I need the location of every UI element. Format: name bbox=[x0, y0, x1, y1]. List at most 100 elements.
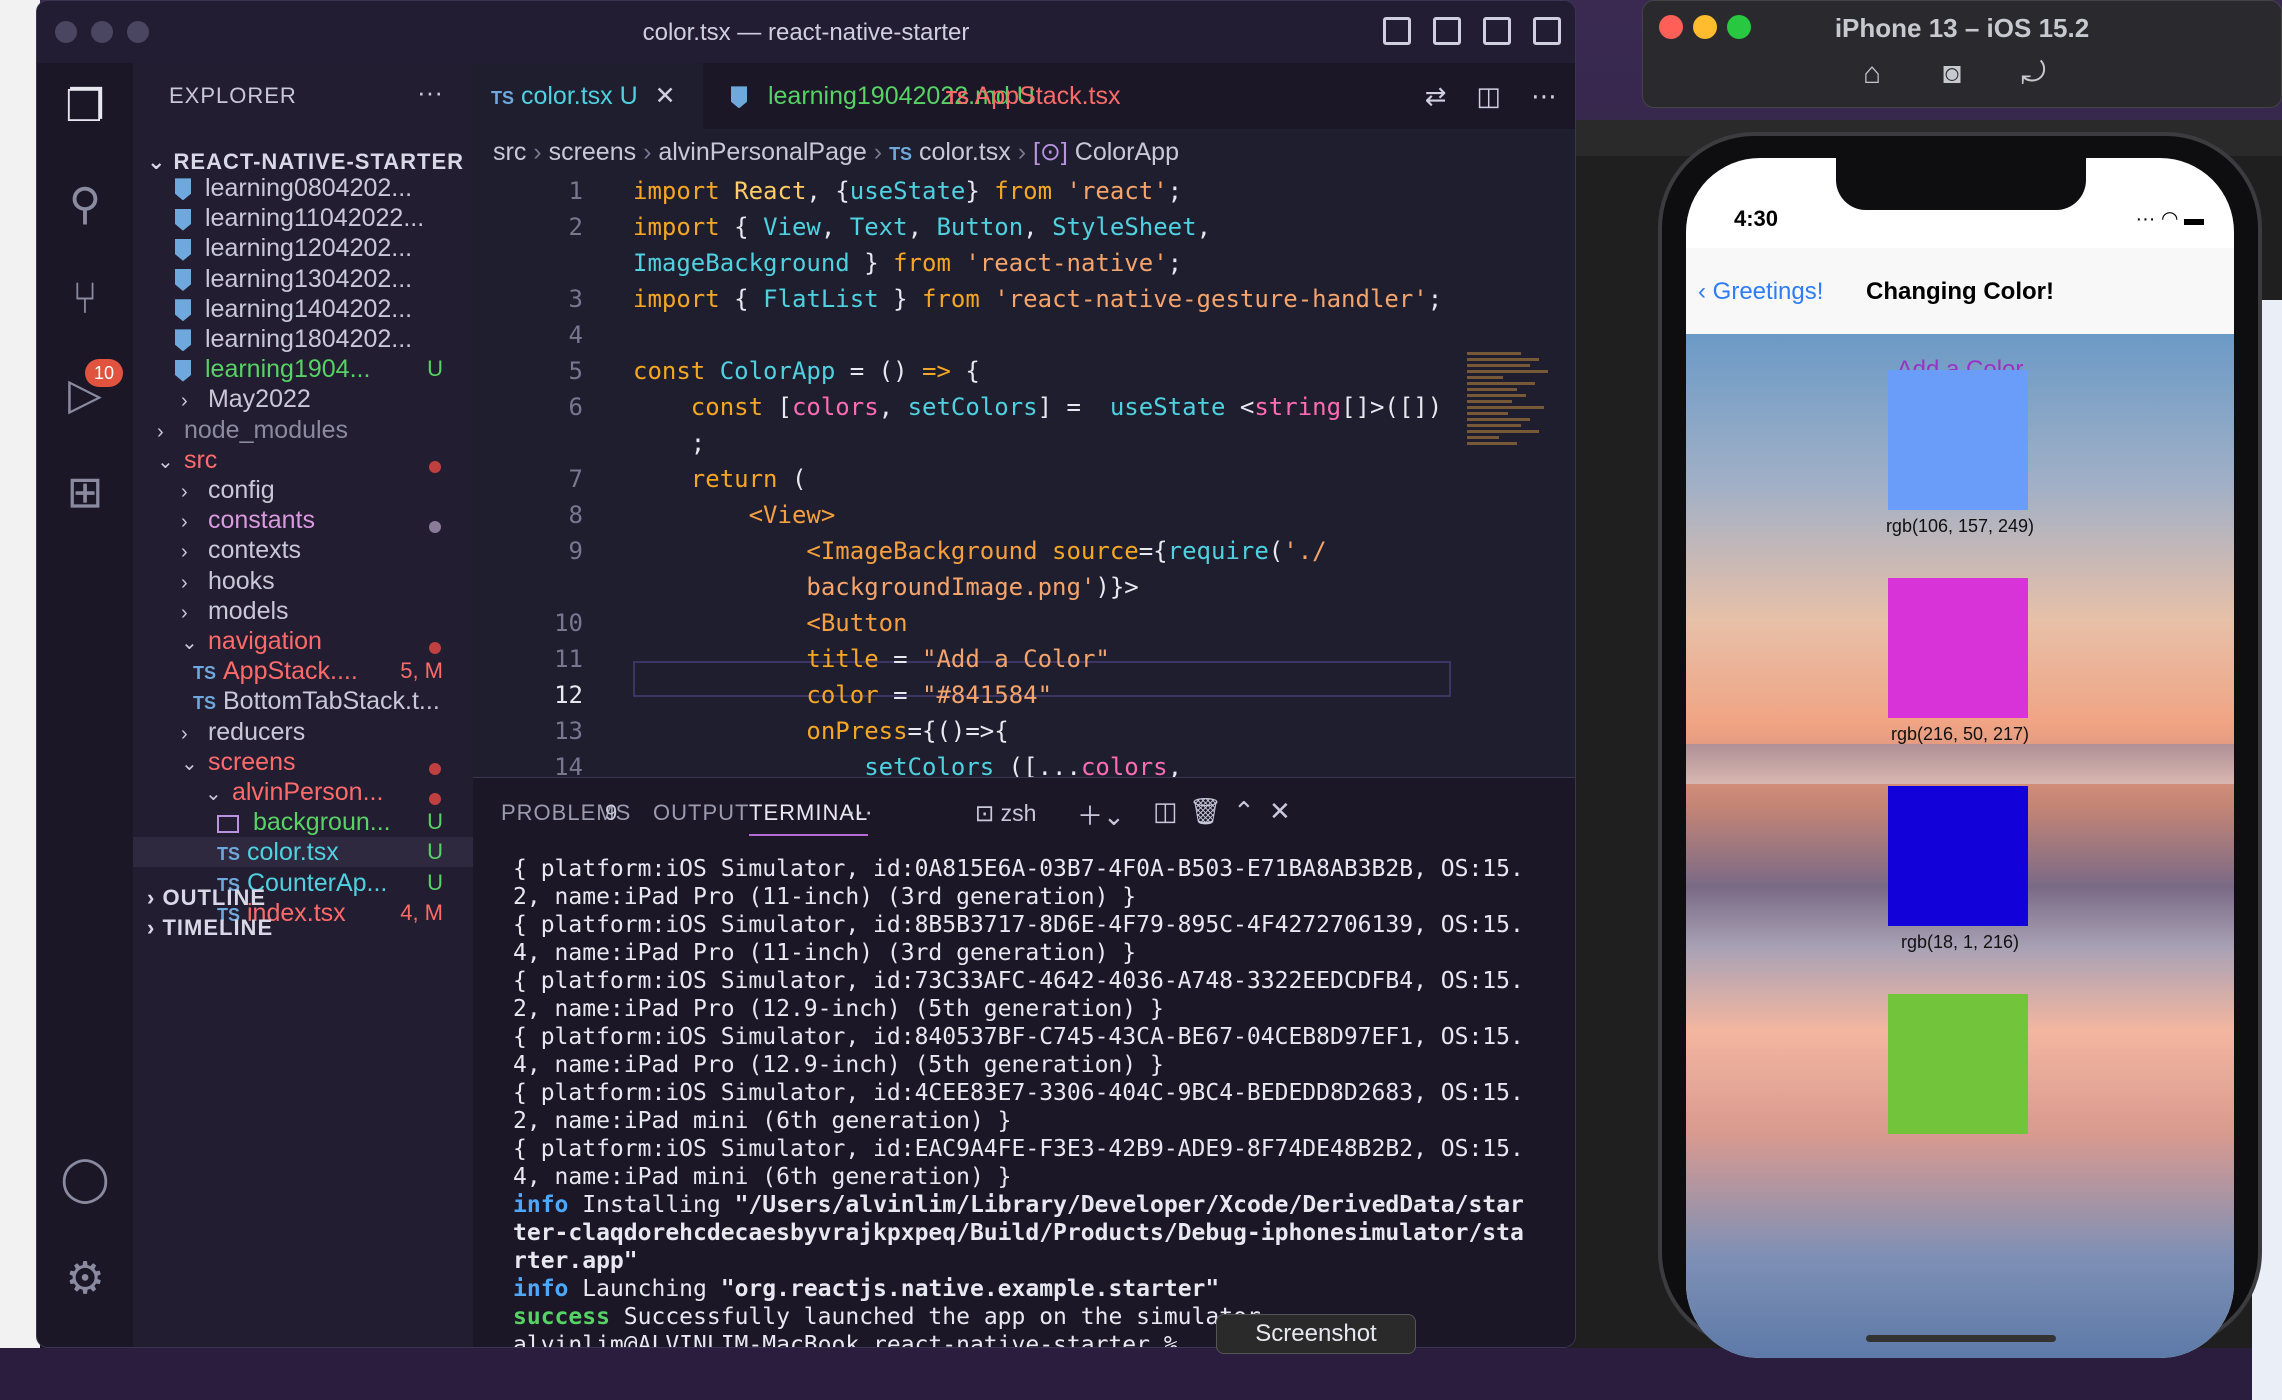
terminal-line: rter.app" bbox=[513, 1248, 638, 1274]
modified-dot bbox=[429, 642, 441, 654]
color-swatch bbox=[1888, 578, 2028, 718]
tree-item[interactable]: learning1404202... bbox=[133, 294, 473, 324]
terminal-line: 2, name:iPad Pro (11-inch) (3rd generati… bbox=[513, 884, 1137, 910]
code-line: setColors ([...colors, bbox=[864, 753, 1183, 777]
close-panel-icon[interactable]: ✕ bbox=[1269, 796, 1291, 827]
tree-item[interactable]: › config bbox=[133, 475, 473, 505]
tree-item[interactable]: › hooks bbox=[133, 566, 473, 596]
tab-appstack[interactable]: TS AppStack.tsx 5, bbox=[928, 63, 1128, 129]
close-tab-icon[interactable]: ✕ bbox=[655, 82, 676, 110]
search-icon[interactable]: ⚲ bbox=[59, 179, 111, 231]
line-number: 11 bbox=[554, 645, 583, 673]
tree-item[interactable]: ⌄ screens bbox=[133, 747, 473, 777]
signal-icon: ··· bbox=[2135, 208, 2156, 230]
toggle-secondary-sidebar-icon[interactable] bbox=[1483, 17, 1511, 45]
terminal-line: info Installing "/Users/alvinlim/Library… bbox=[513, 1192, 1524, 1218]
tree-item[interactable]: learning11042022... bbox=[133, 203, 473, 233]
account-icon[interactable]: ◯ bbox=[59, 1153, 111, 1205]
tab-color-tsx[interactable]: TS color.tsx U ✕ bbox=[473, 63, 703, 129]
home-indicator bbox=[1866, 1335, 2056, 1342]
window-title: color.tsx — react-native-starter bbox=[642, 19, 970, 46]
tree-item[interactable]: › node_modules bbox=[133, 415, 473, 445]
rotate-icon[interactable]: ⤾ bbox=[2021, 57, 2046, 91]
breadcrumb-item[interactable]: src bbox=[493, 138, 526, 166]
explorer-more-icon[interactable]: ··· bbox=[417, 77, 443, 108]
split-editor-icon[interactable]: ◫ bbox=[1476, 81, 1501, 112]
status-icons: ··· ◠ ▬ bbox=[2135, 206, 2204, 231]
explorer-header: EXPLORER bbox=[169, 83, 297, 108]
kill-terminal-icon[interactable]: 🗑 bbox=[1189, 796, 1222, 827]
source-control-icon[interactable]: ⑂ bbox=[59, 273, 111, 325]
tab-output[interactable]: OUTPUT bbox=[653, 800, 749, 826]
tree-item-label: contexts bbox=[207, 536, 302, 565]
bottom-panel: PROBLEMS 9 OUTPUT TERMINAL ··· ⊡ zsh ＋⌄ … bbox=[473, 777, 1575, 1347]
git-status: U bbox=[427, 356, 443, 382]
explorer-icon[interactable]: ❐ bbox=[59, 81, 111, 133]
tree-item-label: models bbox=[207, 596, 289, 625]
editor-more-icon[interactable]: ⋯ bbox=[1531, 81, 1557, 112]
tree-item[interactable]: learning0804202... bbox=[133, 173, 473, 203]
run-debug-icon[interactable]: ▷ bbox=[59, 369, 111, 421]
tree-item[interactable]: learning1204202... bbox=[133, 233, 473, 263]
chevron-right-icon: › bbox=[181, 511, 188, 534]
split-terminal-icon[interactable]: ◫ bbox=[1153, 796, 1178, 827]
extensions-icon[interactable]: ⊞ bbox=[59, 467, 111, 519]
new-terminal-icon[interactable]: ＋⌄ bbox=[1077, 796, 1125, 833]
modified-dot bbox=[429, 521, 441, 534]
timeline-section[interactable]: › TIMELINE bbox=[147, 915, 273, 941]
tree-item[interactable]: › May2022 bbox=[133, 384, 473, 414]
tree-item[interactable]: › reducers bbox=[133, 717, 473, 747]
tree-item[interactable]: ⌄ src bbox=[133, 445, 473, 475]
settings-gear-icon[interactable]: ⚙ bbox=[59, 1253, 111, 1305]
tree-item[interactable]: ⌄ alvinPerson... bbox=[133, 777, 473, 807]
code-line: <View> bbox=[748, 501, 836, 529]
battery-icon: ▬ bbox=[2184, 208, 2204, 230]
code-line: <Button bbox=[806, 609, 908, 637]
toggle-panel-icon[interactable] bbox=[1433, 17, 1461, 45]
terminal-shell-selector[interactable]: ⊡ zsh bbox=[975, 800, 1036, 827]
home-icon[interactable]: ⌂ bbox=[1863, 57, 1881, 91]
project-root[interactable]: ⌄ REACT-NATIVE-STARTER bbox=[147, 149, 464, 175]
tree-item[interactable]: TS AppStack.... 5, M bbox=[133, 656, 473, 686]
tree-item[interactable]: ⌄ navigation bbox=[133, 626, 473, 656]
tree-item[interactable]: TS color.tsx U bbox=[133, 837, 473, 868]
chevron-right-icon: › bbox=[181, 722, 188, 745]
panel-more-icon[interactable]: ··· bbox=[847, 796, 873, 827]
background-image: Add a Color rgb(106, 157, 249)rgb(216, 5… bbox=[1686, 334, 2234, 1358]
line-number: 7 bbox=[568, 465, 583, 493]
tree-item[interactable]: › contexts bbox=[133, 535, 473, 565]
tree-item-label: BottomTabStack.t... bbox=[223, 687, 440, 716]
breadcrumb-item[interactable]: color.tsx bbox=[919, 138, 1011, 166]
simulator-title: iPhone 13 – iOS 15.2 bbox=[1834, 13, 2090, 43]
typescript-icon: TS bbox=[193, 693, 217, 714]
swatch-label: rgb(216, 50, 217) bbox=[1890, 724, 2030, 744]
outline-section[interactable]: › OUTLINE bbox=[147, 885, 266, 911]
tree-item[interactable]: › models bbox=[133, 596, 473, 626]
markdown-icon bbox=[175, 359, 191, 382]
tree-item[interactable]: backgroun... U bbox=[133, 807, 473, 837]
code-editor[interactable]: 1 2 3 4 5 6 7 8 9 10 11 12 13 14 import React, {useSt… bbox=[473, 175, 1575, 777]
tree-item[interactable]: learning1904... U bbox=[133, 354, 473, 384]
screenshot-tooltip: Screenshot bbox=[1216, 1314, 1416, 1354]
tab-learning-md[interactable]: learning19042022.md U bbox=[713, 63, 1035, 129]
tree-item[interactable]: TS BottomTabStack.t... bbox=[133, 686, 473, 716]
breadcrumb-item[interactable]: ColorApp bbox=[1075, 138, 1179, 166]
customize-layout-icon[interactable] bbox=[1533, 17, 1561, 45]
tree-item-label: learning0804202... bbox=[205, 174, 413, 202]
breadcrumb-item[interactable]: alvinPersonalPage bbox=[658, 138, 866, 166]
maximize-panel-icon[interactable]: ⌃ bbox=[1233, 796, 1255, 827]
markdown-icon bbox=[731, 86, 747, 109]
toggle-sidebar-icon[interactable] bbox=[1383, 17, 1411, 45]
line-number: 12 bbox=[554, 681, 583, 709]
tree-item[interactable]: learning1304202... bbox=[133, 264, 473, 294]
breadcrumb-item[interactable]: screens bbox=[549, 138, 637, 166]
minimap[interactable] bbox=[1467, 349, 1557, 549]
tree-item[interactable]: learning1804202... bbox=[133, 324, 473, 354]
chevron-down-icon: ⌄ bbox=[181, 752, 198, 775]
camera-icon[interactable]: ◙ bbox=[1943, 57, 1961, 91]
code-line: onPress={()=>{ bbox=[806, 717, 1009, 745]
tree-item-label: learning1804202... bbox=[205, 325, 413, 353]
terminal-prompt[interactable]: alvinlim@ALVINLIM-MacBook react-native-s… bbox=[513, 1332, 1178, 1347]
open-changes-icon[interactable]: ⇄ bbox=[1425, 81, 1447, 112]
tree-item[interactable]: › constants bbox=[133, 505, 473, 535]
